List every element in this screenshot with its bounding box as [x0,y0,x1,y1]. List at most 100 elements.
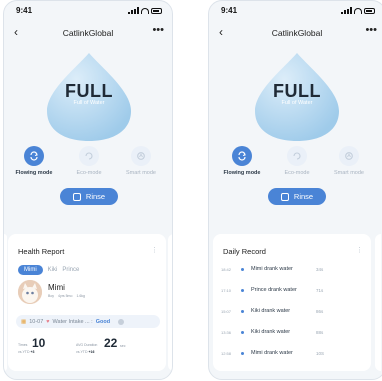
stat-label: Times [18,343,28,347]
record-time: 13:36 [221,330,232,335]
water-status-title: FULL [273,81,321,101]
record-item[interactable]: 17:10 Prince drank water 71s [221,284,365,305]
stat-unit: sec [120,344,126,348]
status-icons [341,7,375,14]
record-dot [241,289,244,292]
water-level-drop: FULL Full of Water [43,51,135,143]
record-time: 12:58 [221,351,232,356]
mode-label-flowing: Flowing mode [15,170,53,176]
record-time: 18:42 [221,267,232,272]
pet-name: Mimi [48,283,65,292]
record-text: Kiki drank water [251,329,291,335]
flowing-mode-icon[interactable] [232,146,252,166]
wifi-icon [141,7,149,14]
record-item[interactable]: 12:58 Mimi drank water 10S [221,347,365,368]
health-report-title: Health Report [18,247,65,256]
status-bar: 9:41 [209,6,382,18]
daily-record-card: Daily Record ⋮ 18:42 Mimi drank water 34… [213,234,371,371]
smart-mode-icon[interactable] [339,146,359,166]
page-title: CatlinkGlobal [271,28,323,38]
mode-smart[interactable]: Smart mode [324,146,374,176]
water-intake-banner[interactable]: ▦ 10-07 ♥ Water Intake ... : Good [16,315,160,328]
mode-selector: Flowing mode Eco-mode Smart mode [4,146,172,180]
rinse-label: Rinse [85,192,106,201]
mode-smart[interactable]: Smart mode [116,146,166,176]
record-list: 18:42 Mimi drank water 34s 17:10 Prince … [221,263,365,368]
mode-label-eco: Eco-mode [284,170,310,176]
mode-selector: Flowing mode Eco-mode Smart mode [209,146,382,180]
rinse-label: Rinse [293,192,314,201]
pet-avatar [18,280,42,304]
status-bar: 9:41 [4,6,172,18]
stats-row: Times 10 vs.YTD +3 AVG Duration 22 sec v… [18,336,158,356]
eco-mode-icon[interactable] [287,146,307,166]
record-text: Kiki drank water [251,308,291,314]
status-icons [128,7,162,14]
record-item[interactable]: 18:42 Mimi drank water 34s [221,263,365,284]
more-icon[interactable]: ••• [365,24,377,36]
pet-tag: 4yrs 5mo [58,294,73,298]
status-time: 9:41 [16,6,33,15]
status-time: 9:41 [221,6,238,15]
pet-chip-mimi[interactable]: Mimi [18,265,43,275]
calendar-icon: ▦ [21,318,27,325]
record-dot [241,268,244,271]
signal-icon [341,7,352,14]
record-item[interactable]: 13:36 Kiki drank water 88s [221,326,365,347]
nav-bar: ‹ CatlinkGlobal ••• [209,24,382,41]
rinse-button[interactable]: Rinse [268,188,326,205]
mode-label-flowing: Flowing mode [223,170,261,176]
record-value: 86s [316,309,324,314]
mode-flowing[interactable]: Flowing mode [9,146,59,176]
heart-icon: ♥ [46,318,50,325]
daily-record-title: Daily Record [223,247,266,256]
stat-label: AVG Duration [76,343,98,347]
rinse-button[interactable]: Rinse [60,188,118,205]
stat-sub: vs.YTD +3 [18,350,35,354]
help-icon[interactable] [118,318,125,325]
mode-flowing[interactable]: Flowing mode [217,146,267,176]
battery-icon [364,7,375,14]
mode-label-smart: Smart mode [334,170,364,176]
next-card-peek[interactable] [168,234,172,371]
smart-mode-icon[interactable] [131,146,151,166]
mode-eco[interactable]: Eco-mode [64,146,114,176]
card-menu-icon[interactable]: ⋮ [151,246,158,254]
card-menu-icon[interactable]: ⋮ [356,246,363,254]
pet-tags: Boy 4yrs 5mo 1.6kg [48,294,85,298]
phone-screen-health: 9:41 ‹ CatlinkGlobal ••• FULL Full of Wa… [3,0,173,380]
record-time: 17:10 [221,288,232,293]
health-report-card: Health Report ⋮ Mimi Kiki Prince Mimi Bo… [8,234,166,371]
more-icon[interactable]: ••• [152,24,164,36]
pet-tag: 1.6kg [76,294,85,298]
record-value: 10S [316,351,325,356]
stat-value: 22 [104,336,118,350]
pet-chip-kiki[interactable]: Kiki [48,267,58,273]
record-text: Prince drank water [251,287,297,293]
banner-date: 10-07 [29,318,44,325]
signal-icon [128,7,139,14]
mode-eco[interactable]: Eco-mode [272,146,322,176]
next-card-peek[interactable] [375,234,381,371]
banner-status: Good [95,318,111,325]
record-value: 88s [316,330,324,335]
eco-mode-icon[interactable] [79,146,99,166]
pet-chip-prince[interactable]: Prince [62,267,79,273]
page-title: CatlinkGlobal [62,28,114,38]
phone-screen-daily: 9:41 ‹ CatlinkGlobal ••• FULL Full of Wa… [208,0,382,380]
record-item[interactable]: 15:07 Kiki drank water 86s [221,305,365,326]
water-level-drop: FULL Full of Water [251,51,343,143]
stat-value: 10 [32,336,46,350]
record-dot [241,310,244,313]
previous-card-peek[interactable] [4,234,7,371]
record-value: 71s [316,288,324,293]
water-status-subtitle: Full of Water [73,100,105,106]
record-dot [241,331,244,334]
record-text: Mimi drank water [251,350,293,356]
rinse-icon [280,192,289,201]
flowing-mode-icon[interactable] [24,146,44,166]
record-value: 34s [316,267,324,272]
record-text: Mimi drank water [251,266,293,272]
mode-label-eco: Eco-mode [76,170,102,176]
battery-icon [151,7,162,14]
